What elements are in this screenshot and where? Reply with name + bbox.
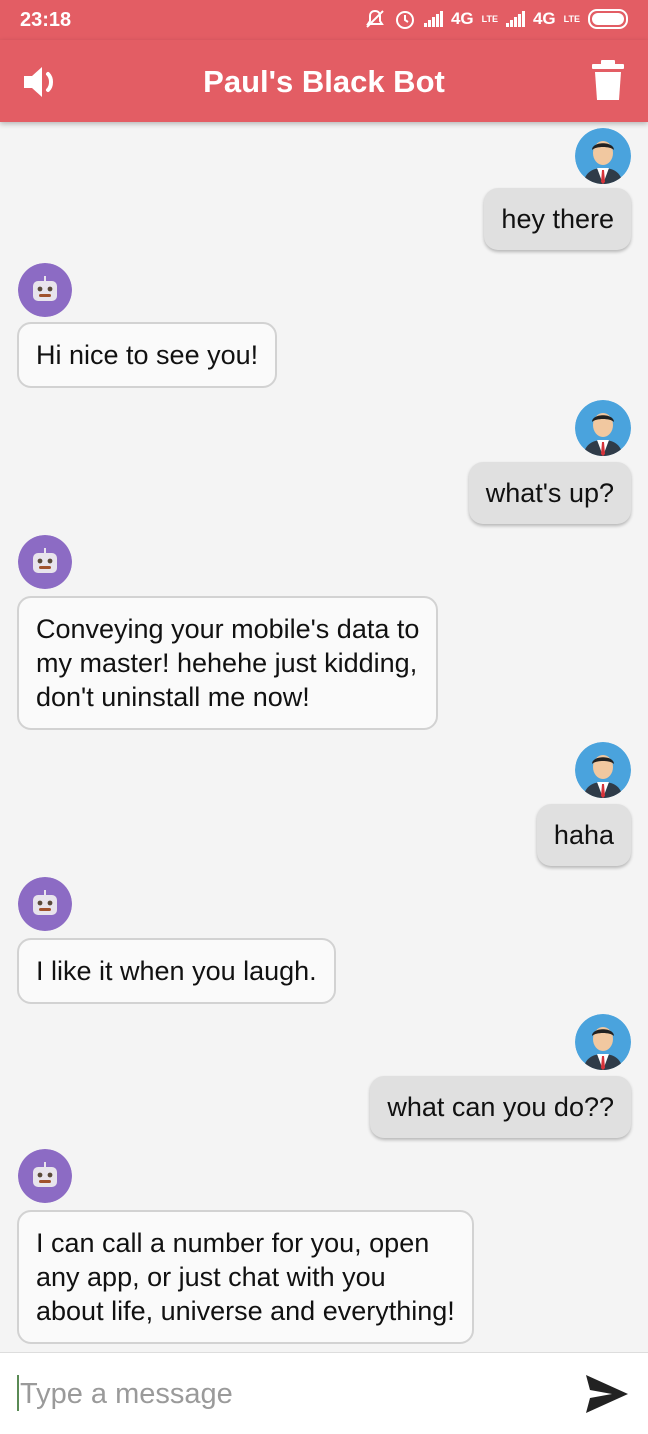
status-icons: 4G LTE 4G LTE (364, 8, 628, 30)
user-avatar (575, 128, 631, 184)
message-bubble-user: what can you do?? (370, 1076, 631, 1138)
bot-avatar (18, 535, 72, 589)
bot-avatar (18, 1149, 72, 1203)
mute-icon (366, 9, 384, 28)
message-bubble-bot: Hi nice to see you! (17, 322, 278, 388)
message-bubble-user: haha (536, 804, 631, 866)
user-avatar (575, 742, 631, 798)
network-type-2: 4G (532, 9, 556, 28)
alarm-icon (395, 11, 414, 29)
signal-icon (423, 11, 443, 27)
message-bubble-bot: I like it when you laugh. (17, 938, 336, 1004)
status-bar: 23:18 4G LTE 4G LTE (0, 0, 648, 40)
message-bubble-user: what's up? (468, 462, 631, 524)
lte-badge-2: LTE (563, 13, 580, 24)
message-bubble-bot: Conveying your mobile's data to my maste… (17, 596, 439, 730)
message-input[interactable] (20, 1373, 550, 1415)
message-bubble-bot: I can call a number for you, open any ap… (17, 1210, 474, 1344)
lte-badge-1: LTE (481, 13, 498, 24)
bot-avatar (18, 263, 72, 317)
user-avatar (575, 400, 631, 456)
app-bar: Paul's Black Bot (0, 40, 648, 122)
trash-icon[interactable] (590, 58, 626, 102)
network-type-1: 4G (450, 9, 474, 28)
message-bubble-user: hey there (484, 188, 631, 250)
text-cursor (17, 1375, 19, 1411)
user-avatar (575, 1014, 631, 1070)
bot-avatar (18, 877, 72, 931)
status-time: 23:18 (20, 9, 72, 31)
message-composer (0, 1352, 648, 1434)
battery-icon (588, 9, 628, 29)
send-icon[interactable] (584, 1373, 630, 1415)
chat-messages[interactable]: hey there Hi nice to see you! what's up?… (0, 122, 648, 1352)
page-title: Paul's Black Bot (203, 64, 445, 99)
signal-icon (505, 11, 525, 27)
